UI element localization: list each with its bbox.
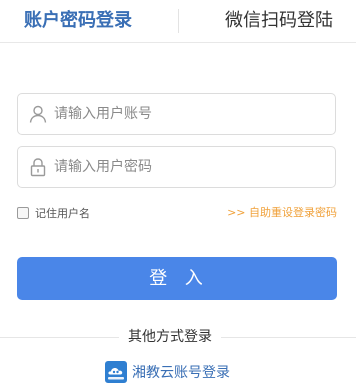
tab-account-password[interactable]: 账户密码登录 bbox=[24, 8, 132, 34]
login-tabs: 账户密码登录 微信扫码登陆 bbox=[0, 0, 356, 43]
password-input[interactable] bbox=[54, 147, 324, 187]
tab-divider bbox=[178, 9, 179, 33]
login-button[interactable]: 登 入 bbox=[17, 257, 337, 300]
other-login-divider: 其他方式登录 bbox=[0, 325, 356, 349]
username-input[interactable] bbox=[54, 94, 324, 134]
remember-username[interactable]: 记住用户名 bbox=[17, 205, 90, 221]
user-icon bbox=[29, 105, 47, 123]
reset-password-link[interactable]: >> 自助重设登录密码 bbox=[227, 205, 337, 221]
login-panel: 账户密码登录 微信扫码登陆 记住用户名 >> 自助重设登录密码 登 入 其他方式… bbox=[0, 0, 356, 386]
remember-checkbox[interactable] bbox=[17, 207, 29, 219]
other-login-title: 其他方式登录 bbox=[119, 325, 221, 349]
lock-icon bbox=[30, 158, 46, 177]
remember-label: 记住用户名 bbox=[35, 207, 90, 220]
xiangjiaoyun-logo-icon bbox=[105, 361, 127, 383]
xiangjiaoyun-login-label: 湘教云账号登录 bbox=[132, 365, 230, 381]
username-field[interactable] bbox=[17, 93, 336, 135]
password-field[interactable] bbox=[17, 146, 336, 188]
tab-wechat-scan[interactable]: 微信扫码登陆 bbox=[225, 8, 333, 34]
xiangjiaoyun-login-link[interactable]: 湘教云账号登录 bbox=[105, 360, 230, 384]
